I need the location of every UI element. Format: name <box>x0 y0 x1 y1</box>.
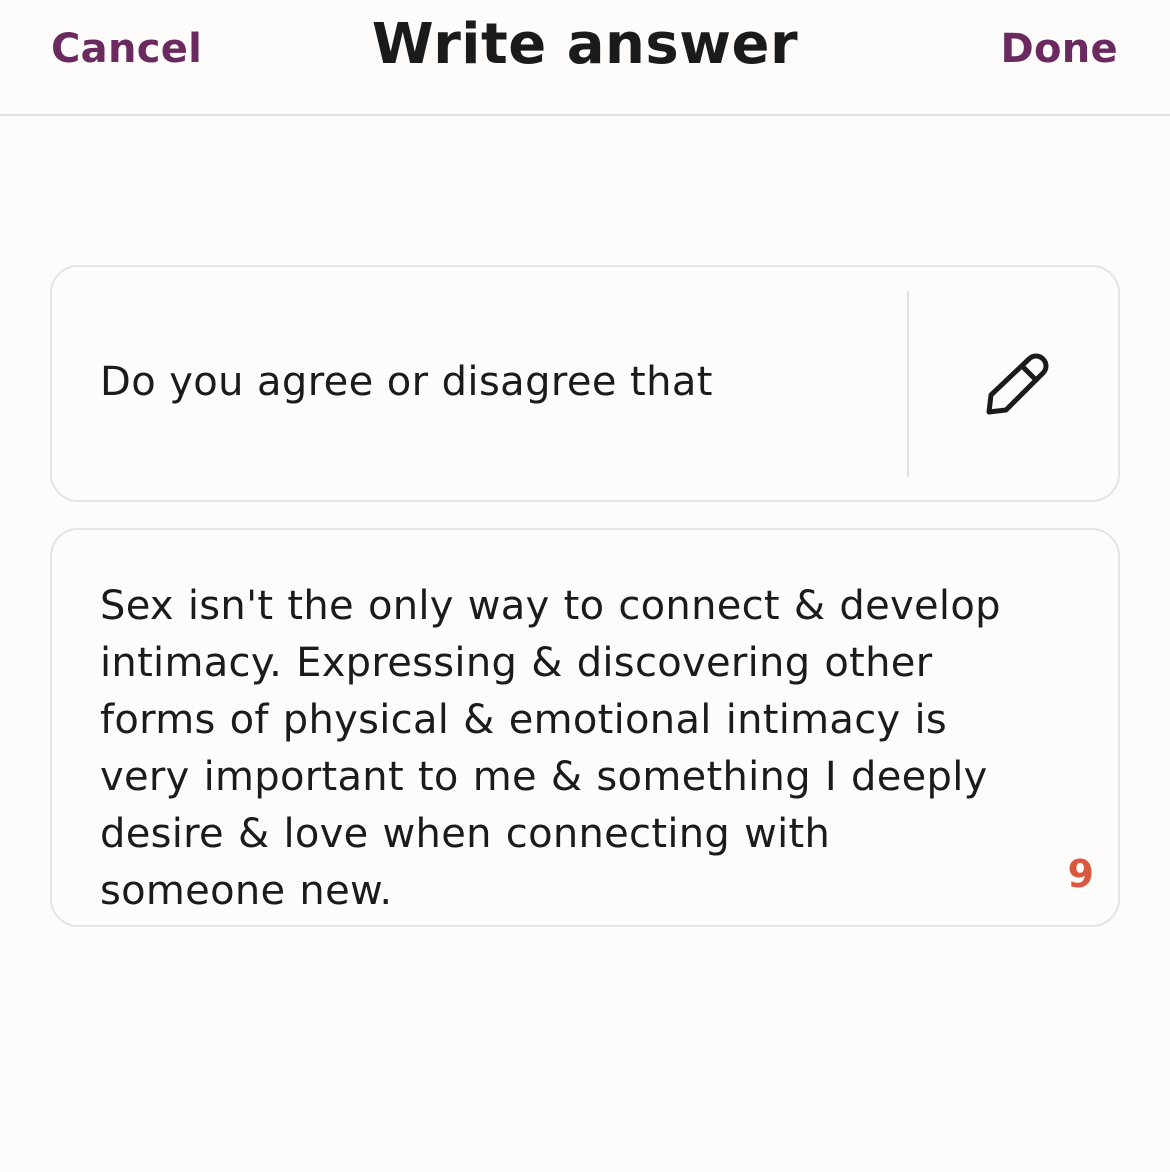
answer-text[interactable]: Sex isn't the only way to connect & deve… <box>100 578 1055 920</box>
prompt-divider <box>907 291 909 477</box>
top-bar: Cancel Write answer Done <box>0 0 1170 116</box>
pencil-icon <box>986 353 1049 415</box>
answer-line: Sex isn't the only way to connect & deve… <box>100 583 1001 629</box>
prompt-card[interactable]: Do you agree or disagree that <box>50 265 1120 502</box>
done-button[interactable]: Done <box>1001 26 1119 72</box>
answer-field[interactable]: Sex isn't the only way to connect & deve… <box>50 528 1120 927</box>
page-title: Write answer <box>371 12 799 77</box>
answer-line: very important to me & something I deepl… <box>100 754 988 800</box>
answer-line: desire & love when connecting with <box>100 811 831 857</box>
prompt-text: Do you agree or disagree that <box>100 359 713 405</box>
answer-line: intimacy. Expressing & discovering other <box>100 640 933 686</box>
answer-line: forms of physical & emotional intimacy i… <box>100 697 948 743</box>
remaining-characters-counter: 9 <box>1067 852 1094 896</box>
answer-line: someone new. <box>100 868 393 914</box>
edit-prompt-button[interactable] <box>972 345 1052 425</box>
